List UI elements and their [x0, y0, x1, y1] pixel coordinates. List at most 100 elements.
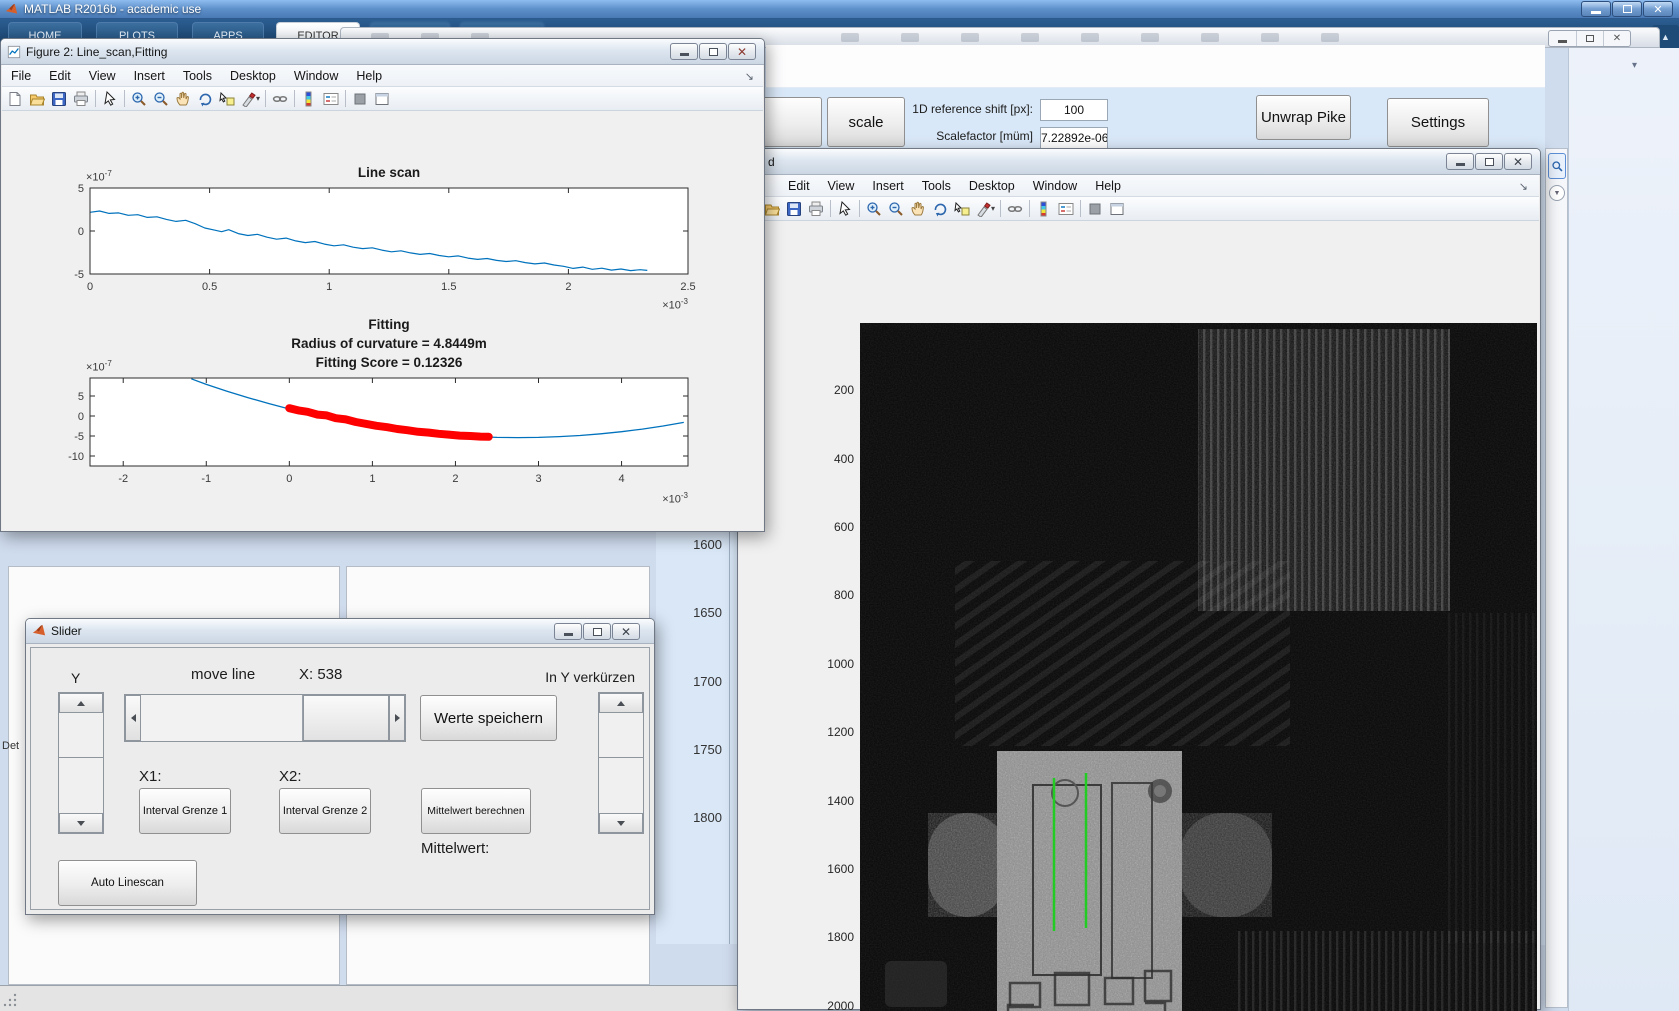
y-scroll-up-button[interactable]	[59, 693, 103, 713]
resize-grip-icon[interactable]	[2, 992, 18, 1008]
figure1-minimize-button[interactable]	[1446, 153, 1474, 170]
open-icon[interactable]	[26, 88, 48, 109]
brush-dropdown-caret-icon[interactable]: ▾	[256, 94, 260, 103]
toolbar-separator	[95, 90, 96, 107]
slider-right-arrow[interactable]	[389, 695, 405, 741]
interval-grenze-1-button[interactable]: Interval Grenze 1	[139, 788, 231, 834]
menu-item-tools[interactable]: Tools	[174, 67, 221, 85]
slider-thumb[interactable]	[303, 695, 389, 741]
zoom-out-icon[interactable]	[885, 198, 907, 219]
figure2-minimize-button[interactable]	[670, 43, 698, 60]
figure2-titlebar[interactable]: Figure 2: Line_scan,Fitting ✕	[1, 39, 764, 65]
menu-item-insert[interactable]: Insert	[863, 177, 912, 195]
menu-item-tools[interactable]: Tools	[913, 177, 960, 195]
auto-linescan-button[interactable]: Auto Linescan	[58, 860, 197, 906]
pan-icon[interactable]	[172, 88, 194, 109]
data-cursor-icon[interactable]	[951, 198, 973, 219]
bg-minimize-button[interactable]	[1549, 31, 1576, 46]
close-button[interactable]: ✕	[1643, 1, 1673, 17]
slider-left-arrow[interactable]	[125, 695, 141, 741]
in-y-scrollbar[interactable]	[598, 692, 644, 834]
pan-icon[interactable]	[907, 198, 929, 219]
figure2-window: Figure 2: Line_scan,Fitting ✕ FileEditVi…	[0, 38, 765, 532]
slider-minimize-button[interactable]	[554, 623, 582, 640]
werte-speichern-button[interactable]: Werte speichern	[420, 695, 557, 741]
main-window-titlebar[interactable]: MATLAB R2016b - academic use ✕	[0, 0, 1679, 19]
cursor-icon[interactable]	[834, 198, 856, 219]
data-cursor-icon[interactable]	[216, 88, 238, 109]
colorbar-icon[interactable]	[298, 88, 320, 109]
svg-text:-1: -1	[201, 473, 211, 485]
in-y-scroll-down-button[interactable]	[599, 813, 643, 833]
print-icon[interactable]	[805, 198, 827, 219]
image-y-tick-label: 200	[814, 383, 854, 399]
legend-icon[interactable]	[320, 88, 342, 109]
menu-item-desktop[interactable]: Desktop	[960, 177, 1024, 195]
figure2-toolbar: ▾	[2, 87, 763, 111]
toolbar-separator	[1000, 200, 1001, 217]
cursor-icon[interactable]	[99, 88, 121, 109]
minimize-button[interactable]	[1581, 1, 1611, 17]
panel-gray-icon[interactable]	[349, 88, 371, 109]
mittelwert-berechnen-button[interactable]: Mittelwert berechnen	[421, 788, 531, 834]
rotate-icon[interactable]	[929, 198, 951, 219]
figure2-restore-button[interactable]	[699, 43, 727, 60]
rotate-icon[interactable]	[194, 88, 216, 109]
new-icon[interactable]	[4, 88, 26, 109]
menu-item-edit[interactable]: Edit	[40, 67, 80, 85]
bg-restore-button[interactable]	[1576, 31, 1603, 46]
dock-figure-icon[interactable]: ↘	[1519, 180, 1528, 193]
save-icon[interactable]	[783, 198, 805, 219]
panel-white-icon[interactable]	[371, 88, 393, 109]
y-scroll-down-button[interactable]	[59, 813, 103, 833]
slider-titlebar[interactable]: Slider ✕	[26, 619, 654, 644]
menu-item-window[interactable]: Window	[1024, 177, 1086, 195]
menu-item-view[interactable]: View	[80, 67, 125, 85]
zoom-in-icon[interactable]	[128, 88, 150, 109]
menu-item-edit[interactable]: Edit	[779, 177, 819, 195]
y-scrollbar[interactable]	[58, 692, 104, 834]
settings-button[interactable]: Settings	[1387, 98, 1489, 147]
move-line-slider[interactable]	[124, 694, 406, 742]
background-axis-number: 1600	[656, 537, 722, 553]
zoom-out-icon[interactable]	[150, 88, 172, 109]
dock-figure-icon[interactable]: ↘	[745, 70, 754, 83]
collapse-arrow-icon[interactable]: ▾	[1632, 60, 1637, 71]
restore-button[interactable]	[1612, 1, 1642, 17]
link-icon[interactable]	[1004, 198, 1026, 219]
legend-icon[interactable]	[1055, 198, 1077, 219]
slider-close-button[interactable]: ✕	[612, 623, 640, 640]
zoom-in-icon[interactable]	[863, 198, 885, 219]
bg-close-button[interactable]: ✕	[1603, 31, 1630, 46]
chevron-down-icon[interactable]: ▼	[1549, 185, 1565, 201]
fitting-x-exponent: ×10-3	[608, 491, 688, 506]
print-icon[interactable]	[70, 88, 92, 109]
link-icon[interactable]	[269, 88, 291, 109]
search-button[interactable]	[1548, 153, 1566, 179]
in-y-scroll-up-button[interactable]	[599, 693, 643, 713]
menu-item-file[interactable]: File	[2, 67, 40, 85]
menu-item-view[interactable]: View	[819, 177, 864, 195]
menu-item-help[interactable]: Help	[347, 67, 391, 85]
menu-item-window[interactable]: Window	[285, 67, 347, 85]
unwrap-pike-button[interactable]: Unwrap Pike	[1256, 95, 1351, 140]
figure1-close-button[interactable]: ✕	[1504, 153, 1532, 170]
menu-item-help[interactable]: Help	[1086, 177, 1130, 195]
ref-shift-input[interactable]	[1040, 99, 1108, 121]
interval-grenze-2-button[interactable]: Interval Grenze 2	[279, 788, 371, 834]
menu-item-insert[interactable]: Insert	[125, 67, 174, 85]
slider-restore-button[interactable]	[583, 623, 611, 640]
colorbar-icon[interactable]	[1033, 198, 1055, 219]
figure1-restore-button[interactable]	[1475, 153, 1503, 170]
menu-item-desktop[interactable]: Desktop	[221, 67, 285, 85]
brush-dropdown-caret-icon[interactable]: ▾	[991, 204, 995, 213]
panel-white-icon[interactable]	[1106, 198, 1128, 219]
figure1-titlebar[interactable]: d ✕	[738, 149, 1540, 175]
svg-text:5: 5	[78, 391, 84, 403]
save-icon[interactable]	[48, 88, 70, 109]
image-y-tick-label: 400	[814, 452, 854, 468]
linescan-y-exponent: ×10-7	[86, 169, 112, 184]
panel-gray-icon[interactable]	[1084, 198, 1106, 219]
scalefactor-input[interactable]	[1040, 127, 1108, 149]
figure2-close-button[interactable]: ✕	[728, 43, 756, 60]
